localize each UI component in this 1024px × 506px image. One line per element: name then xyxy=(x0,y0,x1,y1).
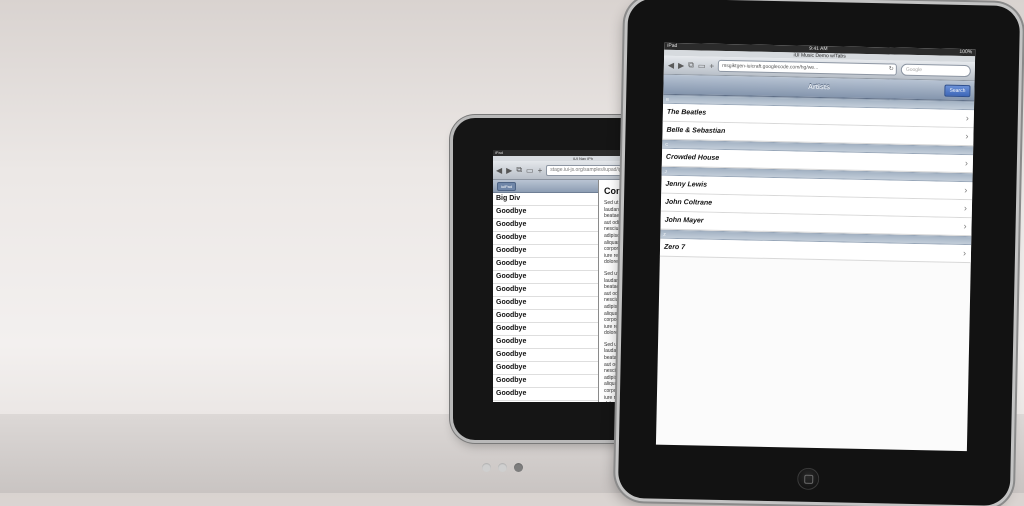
address-bar[interactable]: ↻ msgiktgen-iuicraft.googlecode.com/hg/w… xyxy=(718,59,897,76)
list-item[interactable]: Goodbye xyxy=(493,232,598,245)
home-button[interactable] xyxy=(797,467,820,491)
list-item[interactable]: Goodbye xyxy=(493,245,598,258)
list-item[interactable]: Goodbye xyxy=(493,375,598,388)
add-bookmark-icon[interactable]: + xyxy=(709,61,714,70)
chevron-right-icon: › xyxy=(965,131,969,142)
bookmarks-icon[interactable]: ▭ xyxy=(526,166,534,175)
list-item[interactable]: Goodbye xyxy=(493,297,598,310)
artist-name: John Coltrane xyxy=(664,198,713,207)
list-item-big-div[interactable]: Big Div xyxy=(493,193,598,206)
list-item[interactable]: Goodbye xyxy=(493,362,598,375)
chevron-right-icon: › xyxy=(963,203,968,214)
search-field[interactable]: Google xyxy=(900,63,971,78)
chevron-right-icon: › xyxy=(964,185,968,196)
chevron-right-icon: › xyxy=(965,113,969,124)
back-icon[interactable]: ◀ xyxy=(668,60,674,69)
carousel-pager xyxy=(482,463,523,472)
artist-name: The Beatles xyxy=(666,108,707,117)
list-item[interactable]: Goodbye xyxy=(493,388,598,401)
list-item[interactable]: Goodbye xyxy=(493,206,598,219)
pages-icon[interactable]: ⧉ xyxy=(516,165,522,175)
iuipad-button[interactable]: iuiPad xyxy=(497,181,517,191)
bookmarks-icon[interactable]: ▭ xyxy=(698,61,706,70)
add-bookmark-icon[interactable]: + xyxy=(538,166,543,175)
list-item[interactable]: Goodbye xyxy=(493,219,598,232)
ipad-portrait-device: iPad 9:41 AM 100% iUI Music Demo w/Tabs … xyxy=(617,0,1021,506)
forward-icon[interactable]: ▶ xyxy=(506,166,512,175)
chevron-right-icon: › xyxy=(963,221,967,232)
battery-level: 100% xyxy=(959,48,973,56)
list-item[interactable]: Goodbye xyxy=(493,258,598,271)
reload-icon[interactable]: ↻ xyxy=(889,64,896,74)
device-label: iPad xyxy=(495,150,504,155)
list-item[interactable]: Goodbye xyxy=(493,271,598,284)
list-item[interactable]: Goodbye xyxy=(493,284,598,297)
master-list-pane: iuiPad Big Div Goodbye Goodbye Goodbye Goodb… xyxy=(493,180,599,402)
artist-name: Jenny Lewis xyxy=(665,180,708,189)
search-button[interactable]: Search xyxy=(944,84,971,98)
device-label: iPad xyxy=(667,42,678,49)
master-nav-bar: iuiPad xyxy=(493,180,598,193)
list-item[interactable]: Goodbye xyxy=(493,349,598,362)
list-item[interactable]: Goodbye xyxy=(493,310,598,323)
artist-list: B The Beatles › Belle & Sebastian › C Crowded … xyxy=(659,94,975,264)
artist-name: John Mayer xyxy=(664,216,704,225)
ipad-portrait-screen: iPad 9:41 AM 100% iUI Music Demo w/Tabs … xyxy=(655,42,976,452)
pager-dot[interactable] xyxy=(482,463,491,472)
artist-name: Zero 7 xyxy=(663,243,686,252)
artist-name: Crowded House xyxy=(665,153,720,162)
forward-icon[interactable]: ▶ xyxy=(678,61,684,70)
chevron-right-icon: › xyxy=(962,248,967,259)
home-square-icon xyxy=(804,474,814,484)
chevron-right-icon: › xyxy=(964,158,968,169)
artist-name: Belle & Sebastian xyxy=(666,126,726,136)
back-icon[interactable]: ◀ xyxy=(496,166,502,175)
address-text: msgiktgen-iuicraft.googlecode.com/hg/we.… xyxy=(722,62,819,71)
list-item[interactable]: Goodbye xyxy=(493,336,598,349)
pager-dot[interactable] xyxy=(498,463,507,472)
pager-dot[interactable] xyxy=(514,463,523,472)
list-item[interactable]: Goodbye xyxy=(493,323,598,336)
pages-icon[interactable]: ⧉ xyxy=(688,60,694,70)
